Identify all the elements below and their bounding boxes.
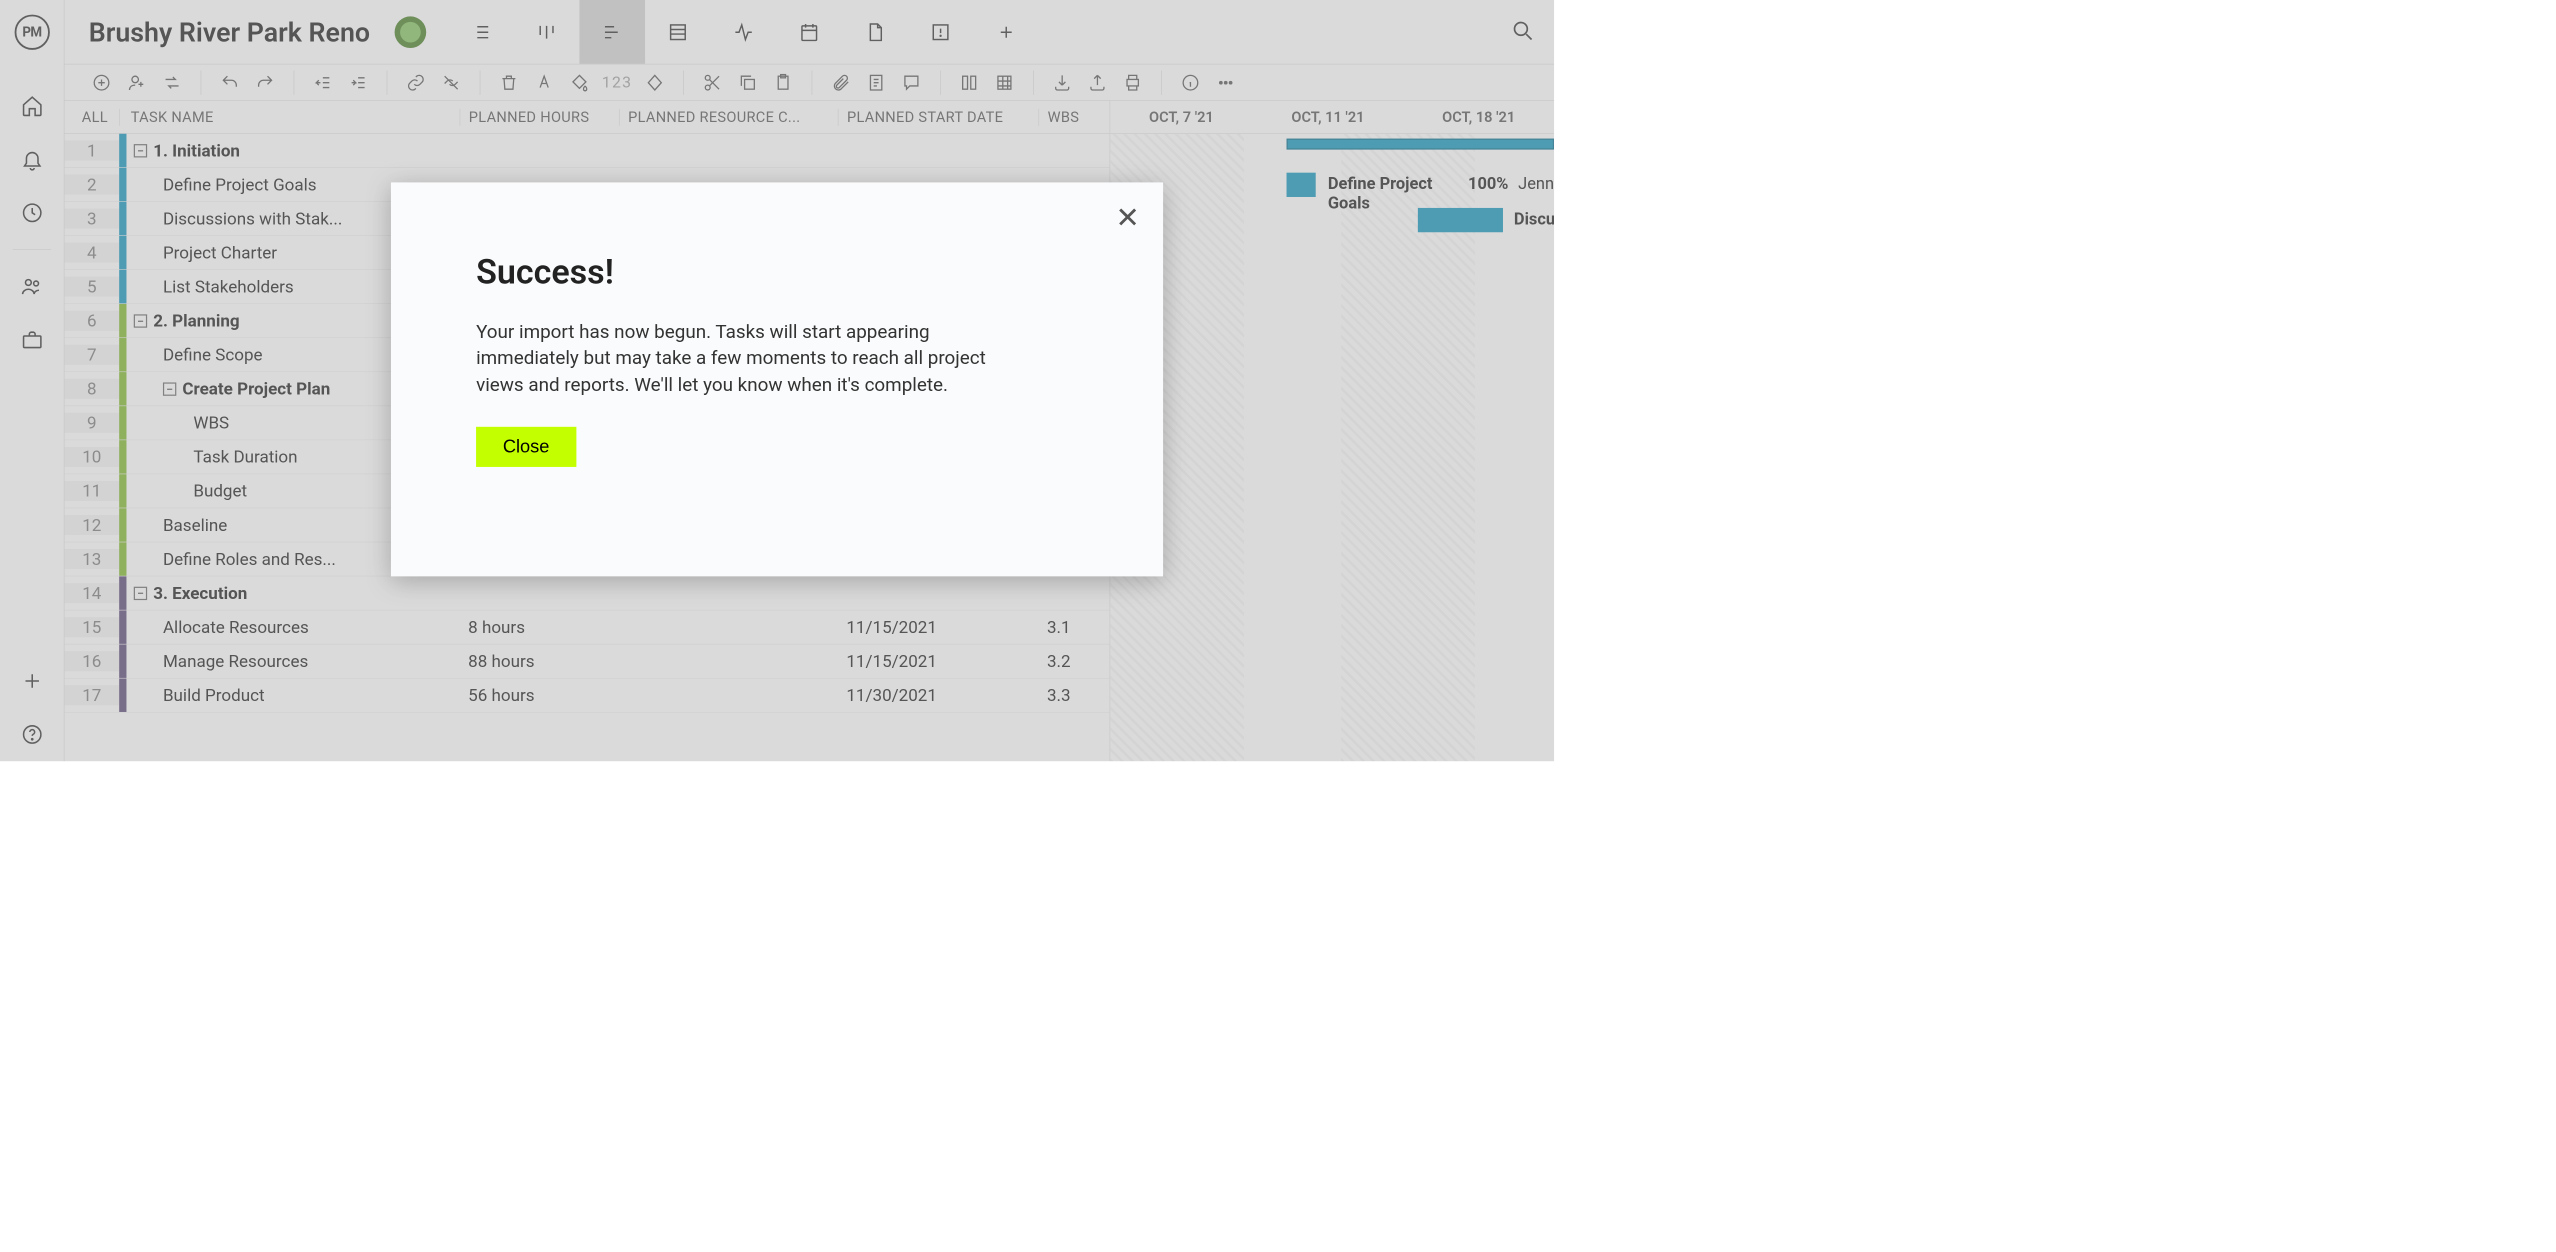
modal-body: Your import has now begun. Tasks will st… <box>476 319 1035 398</box>
close-button[interactable]: Close <box>476 427 576 467</box>
modal-overlay: ✕ Success! Your import has now begun. Ta… <box>0 0 1554 761</box>
modal-title: Success! <box>476 252 1078 292</box>
success-modal: ✕ Success! Your import has now begun. Ta… <box>391 182 1163 576</box>
close-icon[interactable]: ✕ <box>1116 203 1140 232</box>
